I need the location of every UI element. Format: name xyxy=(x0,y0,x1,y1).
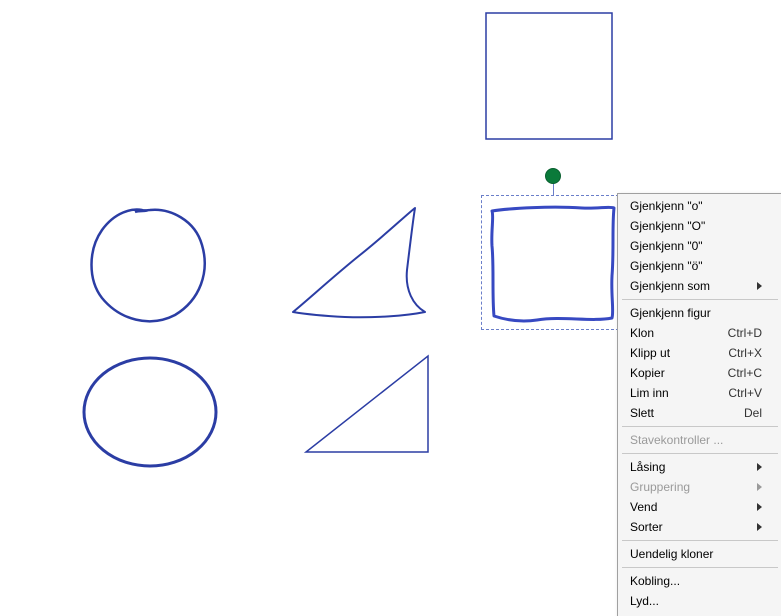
menu-recognize-0[interactable]: Gjenkjenn "0" xyxy=(620,236,780,256)
submenu-arrow-icon xyxy=(757,463,762,471)
menu-shortcut: Del xyxy=(744,406,762,420)
menu-label: Slett xyxy=(630,406,654,420)
menu-sound[interactable]: Lyd... xyxy=(620,591,780,611)
menu-label: Lim inn xyxy=(630,386,669,400)
menu-label: Gjenkjenn som xyxy=(630,279,710,293)
menu-label: Kobling... xyxy=(630,574,680,588)
menu-spellcheck: Stavekontroller ... xyxy=(620,430,780,450)
submenu-arrow-icon xyxy=(757,523,762,531)
menu-copy[interactable]: Kopier Ctrl+C xyxy=(620,363,780,383)
menu-sort[interactable]: Sorter xyxy=(620,517,780,537)
menu-locking[interactable]: Låsing xyxy=(620,457,780,477)
menu-label: Gjenkjenn "o" xyxy=(630,199,703,213)
menu-label: Låsing xyxy=(630,460,665,474)
menu-separator xyxy=(622,540,778,541)
rotation-handle-line xyxy=(553,182,554,196)
menu-recognize-o-lower[interactable]: Gjenkjenn "o" xyxy=(620,196,780,216)
menu-label: Gjenkjenn "ö" xyxy=(630,259,703,273)
menu-paste[interactable]: Lim inn Ctrl+V xyxy=(620,383,780,403)
menu-recognize-o-umlaut[interactable]: Gjenkjenn "ö" xyxy=(620,256,780,276)
menu-delete[interactable]: Slett Del xyxy=(620,403,780,423)
shape-circle-rough[interactable] xyxy=(80,200,220,330)
menu-separator xyxy=(622,426,778,427)
menu-link[interactable]: Kobling... xyxy=(620,571,780,591)
menu-flip[interactable]: Vend xyxy=(620,497,780,517)
menu-shortcut: Ctrl+D xyxy=(728,326,762,340)
menu-grouping: Gruppering xyxy=(620,477,780,497)
menu-label: Gjenkjenn "O" xyxy=(630,219,705,233)
menu-shortcut: Ctrl+C xyxy=(728,366,762,380)
context-menu: Gjenkjenn "o" Gjenkjenn "O" Gjenkjenn "0… xyxy=(617,193,781,616)
menu-separator xyxy=(622,567,778,568)
menu-infinite-cloner[interactable]: Uendelig kloner xyxy=(620,544,780,564)
menu-recognize-figure[interactable]: Gjenkjenn figur xyxy=(620,303,780,323)
menu-cut[interactable]: Klipp ut Ctrl+X xyxy=(620,343,780,363)
menu-label: Stavekontroller ... xyxy=(630,433,723,447)
menu-separator xyxy=(622,453,778,454)
selection-box[interactable] xyxy=(481,195,624,330)
menu-label: Gjenkjenn "0" xyxy=(630,239,703,253)
menu-shortcut: Ctrl+V xyxy=(728,386,762,400)
menu-shortcut: Ctrl+X xyxy=(728,346,762,360)
shape-triangle-clean[interactable] xyxy=(300,352,440,462)
menu-separator xyxy=(622,299,778,300)
menu-recognize-o-upper[interactable]: Gjenkjenn "O" xyxy=(620,216,780,236)
menu-label: Gjenkjenn figur xyxy=(630,306,711,320)
menu-label: Gruppering xyxy=(630,480,690,494)
menu-label: Uendelig kloner xyxy=(630,547,713,561)
shape-ellipse-clean[interactable] xyxy=(78,352,223,472)
menu-label: Kopier xyxy=(630,366,665,380)
menu-label: Sorter xyxy=(630,520,663,534)
rotation-handle[interactable] xyxy=(545,168,561,184)
submenu-arrow-icon xyxy=(757,282,762,290)
menu-label: Klipp ut xyxy=(630,346,670,360)
menu-recognize-as[interactable]: Gjenkjenn som xyxy=(620,276,780,296)
menu-label: Lyd... xyxy=(630,594,659,608)
submenu-arrow-icon xyxy=(757,503,762,511)
submenu-arrow-icon xyxy=(757,483,762,491)
menu-label: Vend xyxy=(630,500,657,514)
drawing-canvas[interactable]: Gjenkjenn "o" Gjenkjenn "O" Gjenkjenn "0… xyxy=(0,0,781,616)
menu-clone[interactable]: Klon Ctrl+D xyxy=(620,323,780,343)
menu-properties[interactable]: Egenskaper ... xyxy=(620,611,780,616)
shape-triangle-rough[interactable] xyxy=(285,200,445,325)
shape-square-clean[interactable] xyxy=(485,12,615,142)
menu-label: Klon xyxy=(630,326,654,340)
